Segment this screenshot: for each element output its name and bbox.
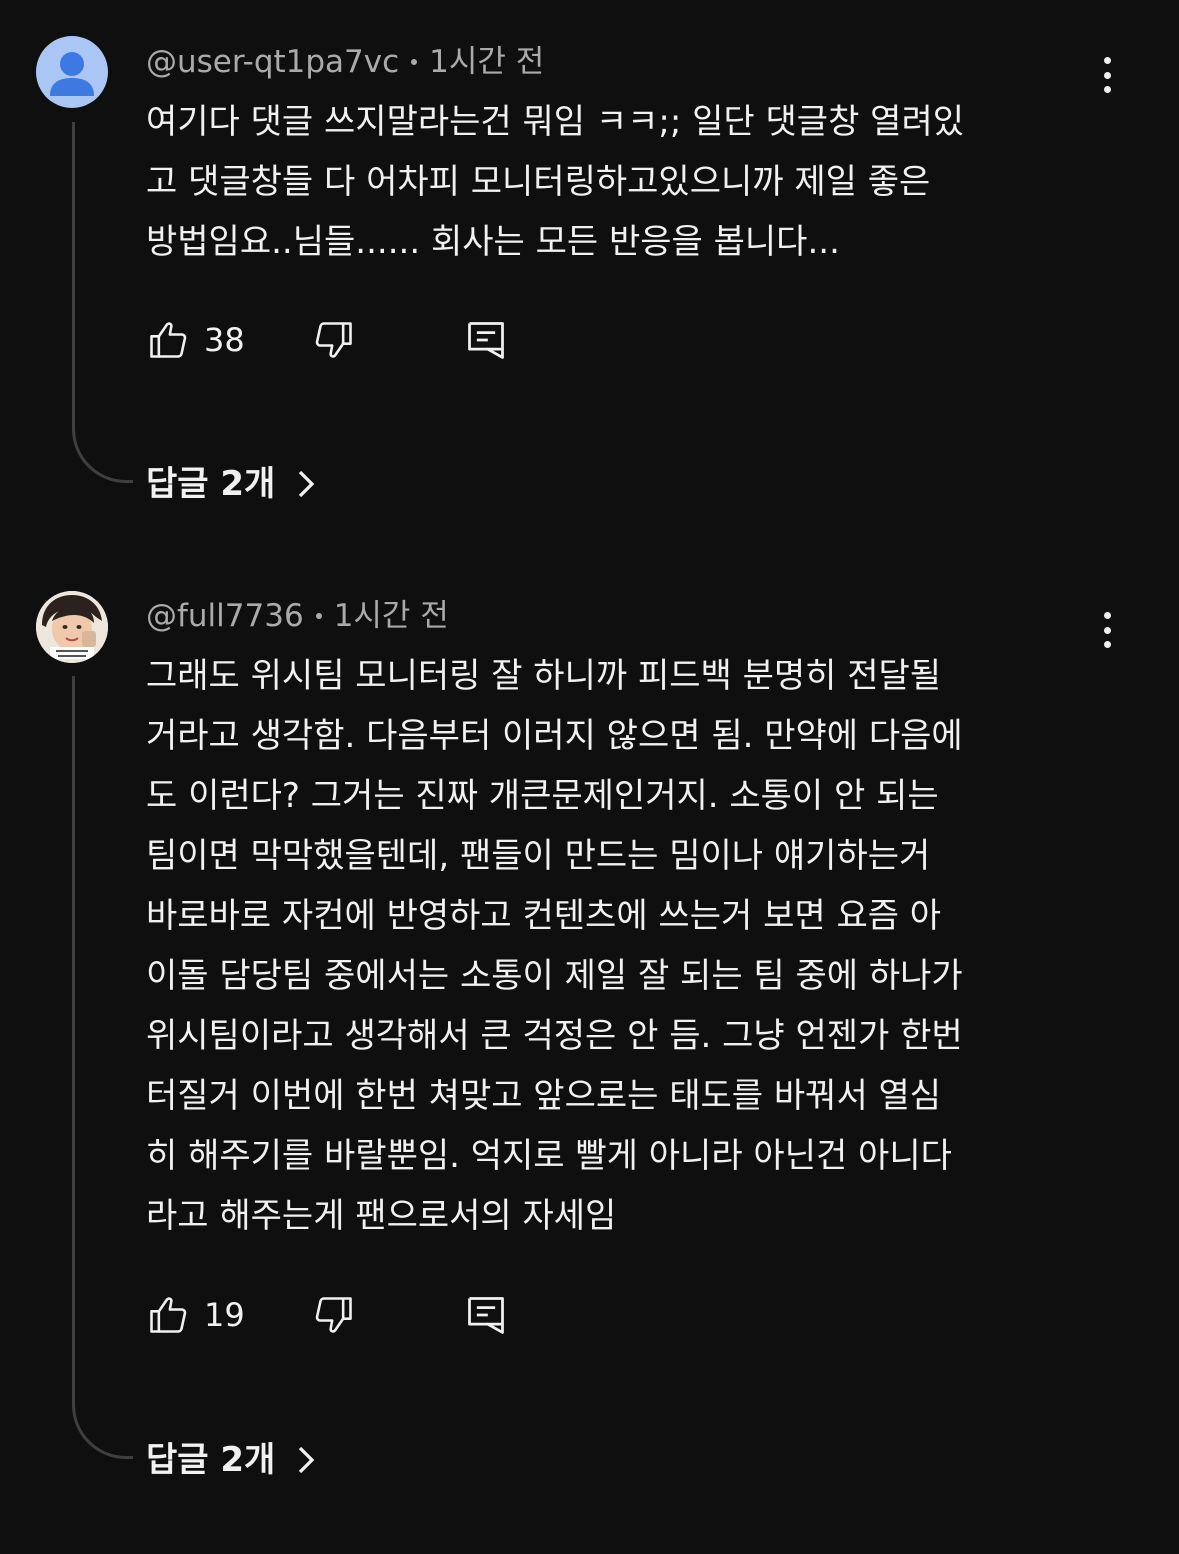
- comment-time: 1시간 전: [429, 44, 545, 80]
- comment-time: 1시간 전: [333, 598, 449, 634]
- thumbs-up-icon: [150, 322, 187, 358]
- replies-label: 답글 2개: [146, 1440, 276, 1480]
- thread-line: [72, 676, 133, 1459]
- comment-text-line: 거라고 생각함. 다음부터 이러지 않으면 됨. 만약에 다음에: [146, 716, 963, 756]
- author-avatar[interactable]: [36, 591, 108, 663]
- comment-meta: @user-qt1pa7vc 1시간 전: [146, 42, 544, 82]
- thumbs-down-icon: [315, 322, 352, 358]
- comment-text: 그래도 위시팀 모니터링 잘 하니까 피드백 분명히 전달될 거라고 생각함. …: [146, 646, 1136, 1246]
- comment-text-line: 팀이면 막막했을텐데, 팬들이 만드는 밈이나 얘기하는거: [146, 836, 931, 876]
- thumbs-down-icon: [315, 1297, 352, 1333]
- comment-text-line: 위시팀이라고 생각해서 큰 걱정은 안 듬. 그냥 언젠가 한번: [146, 1016, 963, 1056]
- reply-button[interactable]: [464, 1291, 508, 1339]
- reply-comment-icon: [468, 322, 504, 359]
- comment-text-line: 이돌 담당팀 중에서는 소통이 제일 잘 되는 팀 중에 하나가: [146, 956, 963, 996]
- like-button[interactable]: 19: [146, 1291, 245, 1339]
- person-icon: [50, 52, 94, 96]
- meta-separator: [411, 58, 418, 65]
- comment-text-line: 바로바로 자컨에 반영하고 컨텐츠에 쓰는거 보면 요즘 아: [146, 896, 942, 936]
- view-replies-button[interactable]: 답글 2개: [146, 462, 319, 506]
- comment-text-line: 터질거 이번에 한번 쳐맞고 앞으로는 태도를 바꿔서 열심: [146, 1076, 942, 1116]
- comment-text-line: 여기다 댓글 쓰지말라는건 뭐임 ㅋㅋ;; 일단 댓글창 열려있: [146, 102, 965, 142]
- like-count: 19: [204, 1296, 245, 1334]
- comment-actions: 38: [146, 316, 546, 366]
- comment-actions: 19: [146, 1291, 546, 1341]
- chevron-right-icon: [299, 470, 315, 498]
- comment-author[interactable]: @user-qt1pa7vc: [146, 44, 399, 80]
- replies-label: 답글 2개: [146, 464, 276, 504]
- comment-text-line: 히 해주기를 바랄뿐임. 억지로 빨게 아니라 아닌건 아니다: [146, 1136, 952, 1176]
- comment-author[interactable]: @full7736: [146, 598, 304, 634]
- reply-button[interactable]: [464, 316, 508, 364]
- dislike-button[interactable]: [312, 1291, 356, 1339]
- photo-avatar-icon: [36, 591, 108, 663]
- meta-separator: [315, 612, 322, 619]
- comment-text-line: 그래도 위시팀 모니터링 잘 하니까 피드백 분명히 전달될: [146, 656, 942, 696]
- comment-text-line: 고 댓글창들 다 어차피 모니터링하고있으니까 제일 좋은: [146, 162, 931, 202]
- dislike-button[interactable]: [312, 316, 356, 364]
- comment-text: 여기다 댓글 쓰지말라는건 뭐임 ㅋㅋ;; 일단 댓글창 열려있 고 댓글창들 …: [146, 92, 1136, 272]
- reply-comment-icon: [468, 1297, 504, 1334]
- thumbs-up-icon: [150, 1297, 187, 1333]
- like-count: 38: [204, 321, 245, 359]
- author-avatar[interactable]: [36, 36, 108, 108]
- comment-text-line: 방법임요..님들...... 회사는 모든 반응을 봅니다...: [146, 222, 840, 262]
- comment-text-line: 라고 해주는게 팬으로서의 자세임: [146, 1196, 617, 1236]
- view-replies-button[interactable]: 답글 2개: [146, 1438, 319, 1482]
- thread-line: [72, 122, 133, 483]
- like-button[interactable]: 38: [146, 316, 245, 364]
- comment-text-line: 도 이런다? 그거는 진짜 개큰문제인거지. 소통이 안 되는: [146, 776, 939, 816]
- more-options-icon[interactable]: [1092, 53, 1122, 97]
- comment-meta: @full7736 1시간 전: [146, 596, 449, 636]
- chevron-right-icon: [299, 1446, 315, 1474]
